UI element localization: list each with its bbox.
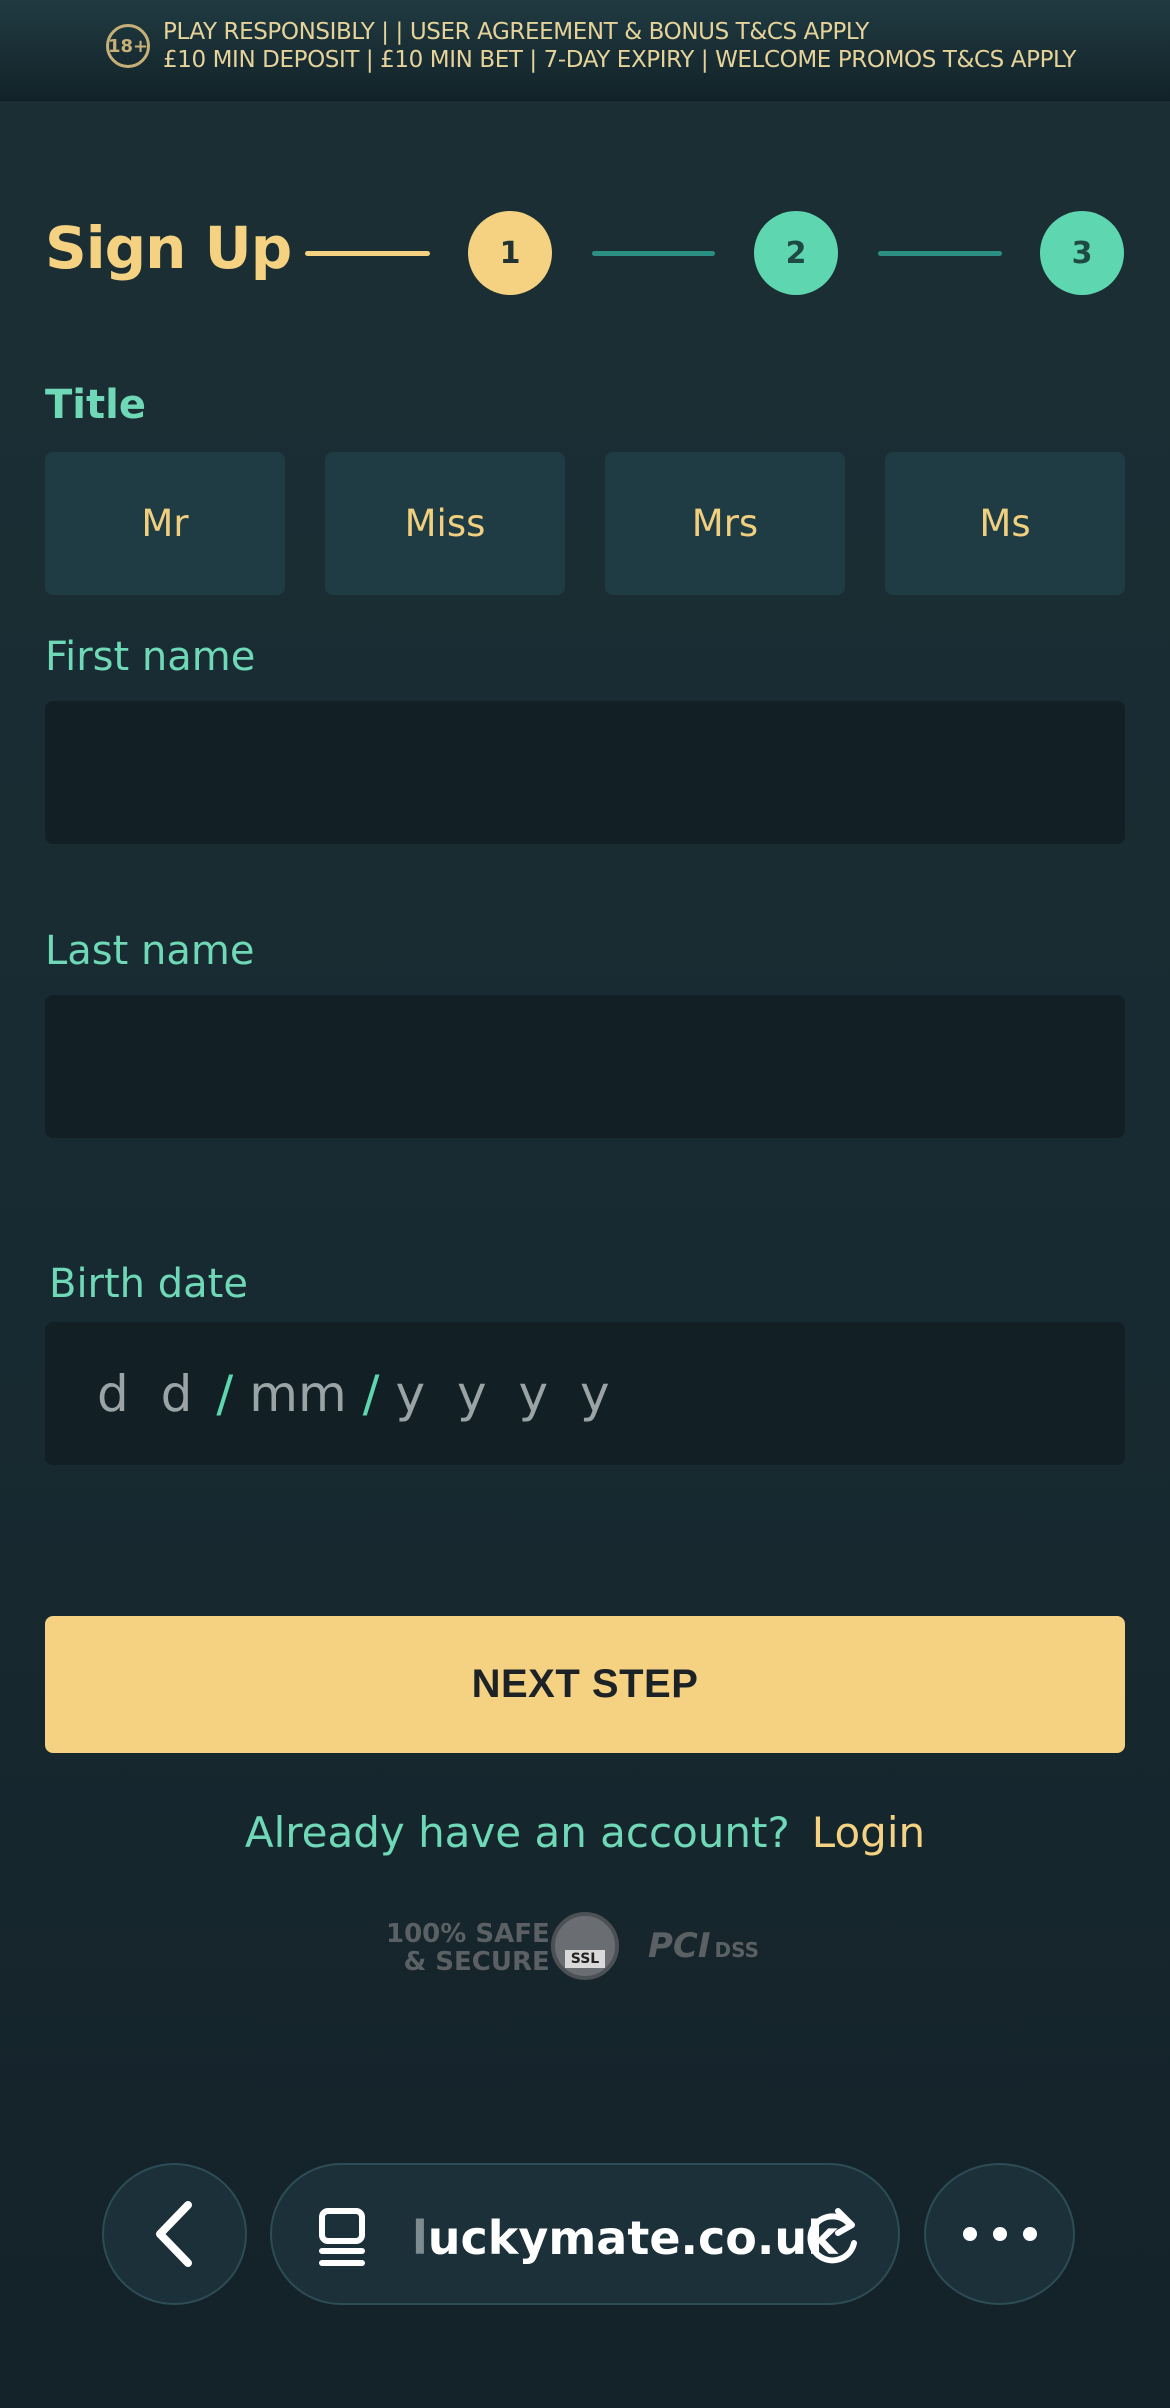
date-separator: / [362, 1364, 380, 1423]
url-text: luckymate.co.uk [412, 2211, 838, 2265]
next-step-button[interactable]: NEXT STEP [45, 1616, 1125, 1753]
reload-icon[interactable] [802, 2203, 864, 2269]
title-label: Title [45, 382, 146, 428]
already-have-account-text: Already have an account? [244, 1808, 790, 1857]
login-prompt: Already have an account? Login [0, 1808, 1170, 1857]
last-name-input[interactable] [45, 995, 1125, 1138]
birth-date-label: Birth date [49, 1261, 248, 1307]
stepper-connector-gold [305, 251, 430, 256]
birth-year-placeholder: y y y y [395, 1364, 618, 1423]
browser-more-button[interactable] [924, 2163, 1075, 2305]
title-option-ms[interactable]: Ms [885, 452, 1125, 595]
safe-badge-line-2: & SECURE [403, 1947, 550, 1977]
disclaimer-text: PLAY RESPONSIBLY | | USER AGREEMENT & BO… [163, 18, 1076, 74]
stepper-connector [592, 251, 715, 256]
dss-label: DSS [714, 1938, 760, 1962]
tabs-icon [319, 2208, 365, 2266]
pci-label: PCI [648, 1926, 711, 1966]
title-option-mrs[interactable]: Mrs [605, 452, 845, 595]
browser-back-button[interactable] [102, 2163, 247, 2305]
title-option-miss[interactable]: Miss [325, 452, 565, 595]
first-name-input[interactable] [45, 701, 1125, 844]
date-separator: / [216, 1364, 234, 1423]
title-option-mr[interactable]: Mr [45, 452, 285, 595]
disclaimer-banner: 18+ PLAY RESPONSIBLY | | USER AGREEMENT … [0, 0, 1170, 101]
birth-month-placeholder: mm [249, 1364, 347, 1423]
stepper-connector [878, 251, 1002, 256]
age-18-badge: 18+ [106, 24, 150, 68]
address-bar[interactable]: luckymate.co.uk [270, 2163, 900, 2305]
step-2-indicator: 2 [754, 211, 838, 295]
pci-dss-badge: PCI DSS [648, 1926, 759, 1966]
first-name-label: First name [45, 634, 256, 680]
last-name-label: Last name [45, 928, 255, 974]
step-3-indicator: 3 [1040, 211, 1124, 295]
ssl-label: SSL [564, 1950, 606, 1968]
birth-day-placeholder: d d [97, 1364, 201, 1423]
login-link[interactable]: Login [812, 1808, 925, 1857]
ssl-lock-icon: SSL [551, 1912, 619, 1980]
chevron-left-icon [155, 2201, 192, 2267]
step-1-indicator: 1 [468, 211, 552, 295]
birth-date-input[interactable]: d d / mm / y y y y [45, 1322, 1125, 1465]
page-title: Sign Up [45, 214, 292, 282]
more-dots-icon [962, 2227, 1037, 2241]
disclaimer-line-2: £10 MIN DEPOSIT | £10 MIN BET | 7-DAY EX… [163, 47, 1077, 73]
url-domain: uckymate.co.uk [427, 2211, 838, 2265]
trust-badges: 100% SAFE & SECURE SSL PCI DSS [386, 1912, 786, 1984]
safe-badge-line-1: 100% SAFE [386, 1919, 550, 1949]
url-faded-prefix: l [412, 2211, 428, 2265]
safe-secure-badge: 100% SAFE & SECURE [386, 1920, 550, 1976]
disclaimer-line-1: PLAY RESPONSIBLY | | USER AGREEMENT & BO… [163, 19, 869, 45]
